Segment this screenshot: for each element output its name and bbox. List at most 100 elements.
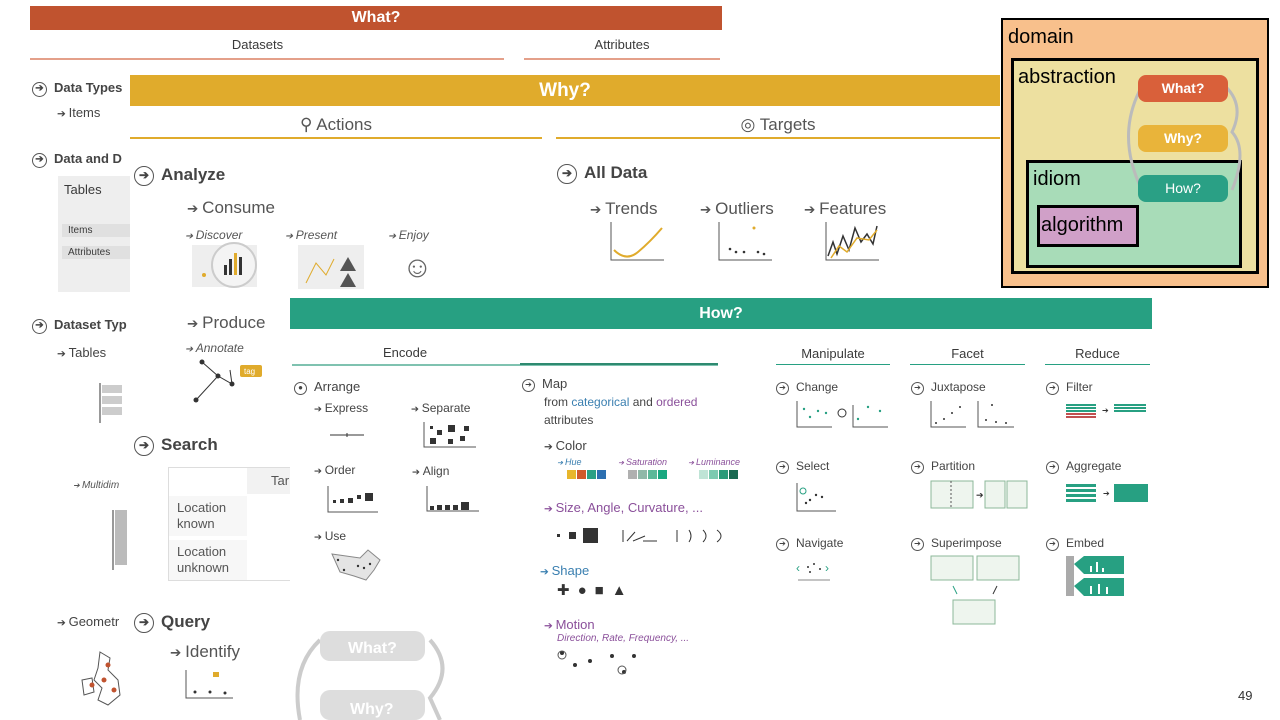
query-item: ➔ Query xyxy=(134,612,210,633)
circle-arrow-icon: ➔ xyxy=(134,613,154,633)
tables-box-items: Items xyxy=(62,224,138,237)
discover-icon xyxy=(192,242,257,288)
manipulate-header: Manipulate xyxy=(801,346,865,361)
facet-underline xyxy=(910,364,1025,365)
navigate-icon: ‹ › xyxy=(796,561,830,581)
outliers-chart-icon xyxy=(718,222,772,261)
aggregate-label: Aggregate xyxy=(1066,459,1122,473)
features-label: Features xyxy=(804,199,886,219)
model-why-pill: Why? xyxy=(1138,125,1228,152)
data-types-item: ➔ Data Types xyxy=(32,80,122,97)
manipulate-underline xyxy=(776,364,890,365)
express-icon xyxy=(330,433,364,437)
domain-label: domain xyxy=(1008,26,1074,48)
attributes-underline xyxy=(524,58,720,60)
hue-swatches xyxy=(567,470,606,479)
multidim-label: Multidim xyxy=(73,480,119,491)
circle-arrow-icon: ➔ xyxy=(32,319,47,334)
produce-label: Produce xyxy=(187,313,265,333)
geometry-label: Geometr xyxy=(57,614,120,629)
target-icon: ◎ xyxy=(740,115,760,134)
circle-arrow-icon: ➔ xyxy=(1046,538,1059,551)
what-title-bar: What? xyxy=(30,6,722,30)
embed-item: ➔ Embed xyxy=(1046,536,1104,551)
identify-label: Identify xyxy=(170,642,240,662)
saturation-label: Saturation xyxy=(618,457,667,467)
circle-arrow-icon: ➔ xyxy=(134,166,154,186)
juxtapose-icon xyxy=(930,401,1014,428)
svg-text:➔: ➔ xyxy=(976,490,984,500)
datasets-underline xyxy=(30,58,504,60)
consume-label: Consume xyxy=(187,198,275,218)
use-label: Use xyxy=(314,529,346,543)
model-how-pill: How? xyxy=(1138,175,1228,202)
dataset-types-label: Dataset Typ xyxy=(54,317,127,332)
data-and-d-item: ➔ Data and D xyxy=(32,151,122,168)
shape-icons: ✚●■▲ xyxy=(557,582,635,599)
separate-icon xyxy=(423,422,476,448)
juxtapose-label: Juxtapose xyxy=(931,380,986,394)
navigate-item: ➔ Navigate xyxy=(776,536,843,551)
trends-label: Trends xyxy=(590,199,657,219)
actions-underline xyxy=(130,137,542,139)
navigate-label: Navigate xyxy=(796,536,844,550)
why-title-bar: Why? xyxy=(130,75,1000,106)
search-row-unknown: Location unknown xyxy=(169,540,247,580)
actions-header: ⚲ Actions xyxy=(130,115,542,135)
change-item: ➔ Change xyxy=(776,380,838,395)
facet-header: Facet xyxy=(951,346,984,361)
change-label: Change xyxy=(796,380,839,394)
ghost-why-label: Why? xyxy=(350,701,394,718)
align-icon xyxy=(426,486,479,512)
circle-arrow-icon: ● xyxy=(294,382,307,395)
items-label: Items xyxy=(57,105,101,120)
luminance-label: Luminance xyxy=(688,457,740,467)
trends-chart-icon xyxy=(610,222,664,261)
motion-icon xyxy=(557,650,636,675)
analyze-label: Analyze xyxy=(161,165,226,184)
reduce-underline xyxy=(1045,364,1150,365)
shape-label: Shape xyxy=(540,563,590,578)
algorithm-box: algorithm xyxy=(1037,205,1139,247)
dataset-types-item: ➔ Dataset Typ xyxy=(32,317,127,334)
search-label: Search xyxy=(161,435,218,454)
partition-icon: ➔ xyxy=(930,480,1028,509)
juxtapose-item: ➔ Juxtapose xyxy=(911,380,986,395)
tables-box-title: Tables xyxy=(64,182,102,197)
filter-item: ➔ Filter xyxy=(1046,380,1093,395)
circle-arrow-icon: ➔ xyxy=(1046,382,1059,395)
circle-arrow-icon: ➔ xyxy=(134,436,154,456)
how-panel: How? Encode Manipulate Facet Reduce ● Arr… xyxy=(290,298,1152,720)
aggregate-item: ➔ Aggregate xyxy=(1046,459,1121,474)
circle-arrow-icon: ➔ xyxy=(911,538,924,551)
features-chart-icon xyxy=(825,222,879,261)
tables-box-attributes: Attributes xyxy=(62,246,138,259)
ghost-loop-diagram: What? Why? xyxy=(295,631,445,720)
map-from-text: from xyxy=(544,395,568,409)
luminance-swatches xyxy=(699,470,738,479)
enjoy-label: Enjoy xyxy=(388,228,429,242)
actions-icon: ⚲ xyxy=(300,115,317,134)
how-title-bar: How? xyxy=(290,298,1152,329)
all-data-label: All Data xyxy=(584,163,648,182)
express-label: Express xyxy=(314,401,368,415)
data-types-label: Data Types xyxy=(54,80,123,95)
superimpose-icon xyxy=(930,555,1020,625)
algorithm-label: algorithm xyxy=(1041,214,1124,236)
circle-arrow-icon: ➔ xyxy=(776,538,789,551)
svg-text:➔: ➔ xyxy=(1103,489,1110,498)
circle-arrow-icon: ➔ xyxy=(522,379,535,392)
reduce-header: Reduce xyxy=(1075,346,1120,361)
circle-arrow-icon: ➔ xyxy=(32,82,47,97)
map-item: ➔ Map xyxy=(522,376,567,392)
annotate-label: Annotate xyxy=(185,341,244,355)
targets-label: Targets xyxy=(759,115,816,134)
size-angle-label: Size, Angle, Curvature, ... xyxy=(544,500,703,515)
abstraction-label: abstraction xyxy=(1018,66,1116,88)
motion-subtitle: Direction, Rate, Frequency, ... xyxy=(557,633,690,644)
circle-arrow-icon: ➔ xyxy=(557,164,577,184)
partition-item: ➔ Partition xyxy=(911,459,975,474)
arrange-item: ● Arrange xyxy=(294,379,360,395)
targets-header: ◎ Targets xyxy=(556,115,1000,135)
actions-label: Actions xyxy=(316,115,372,134)
